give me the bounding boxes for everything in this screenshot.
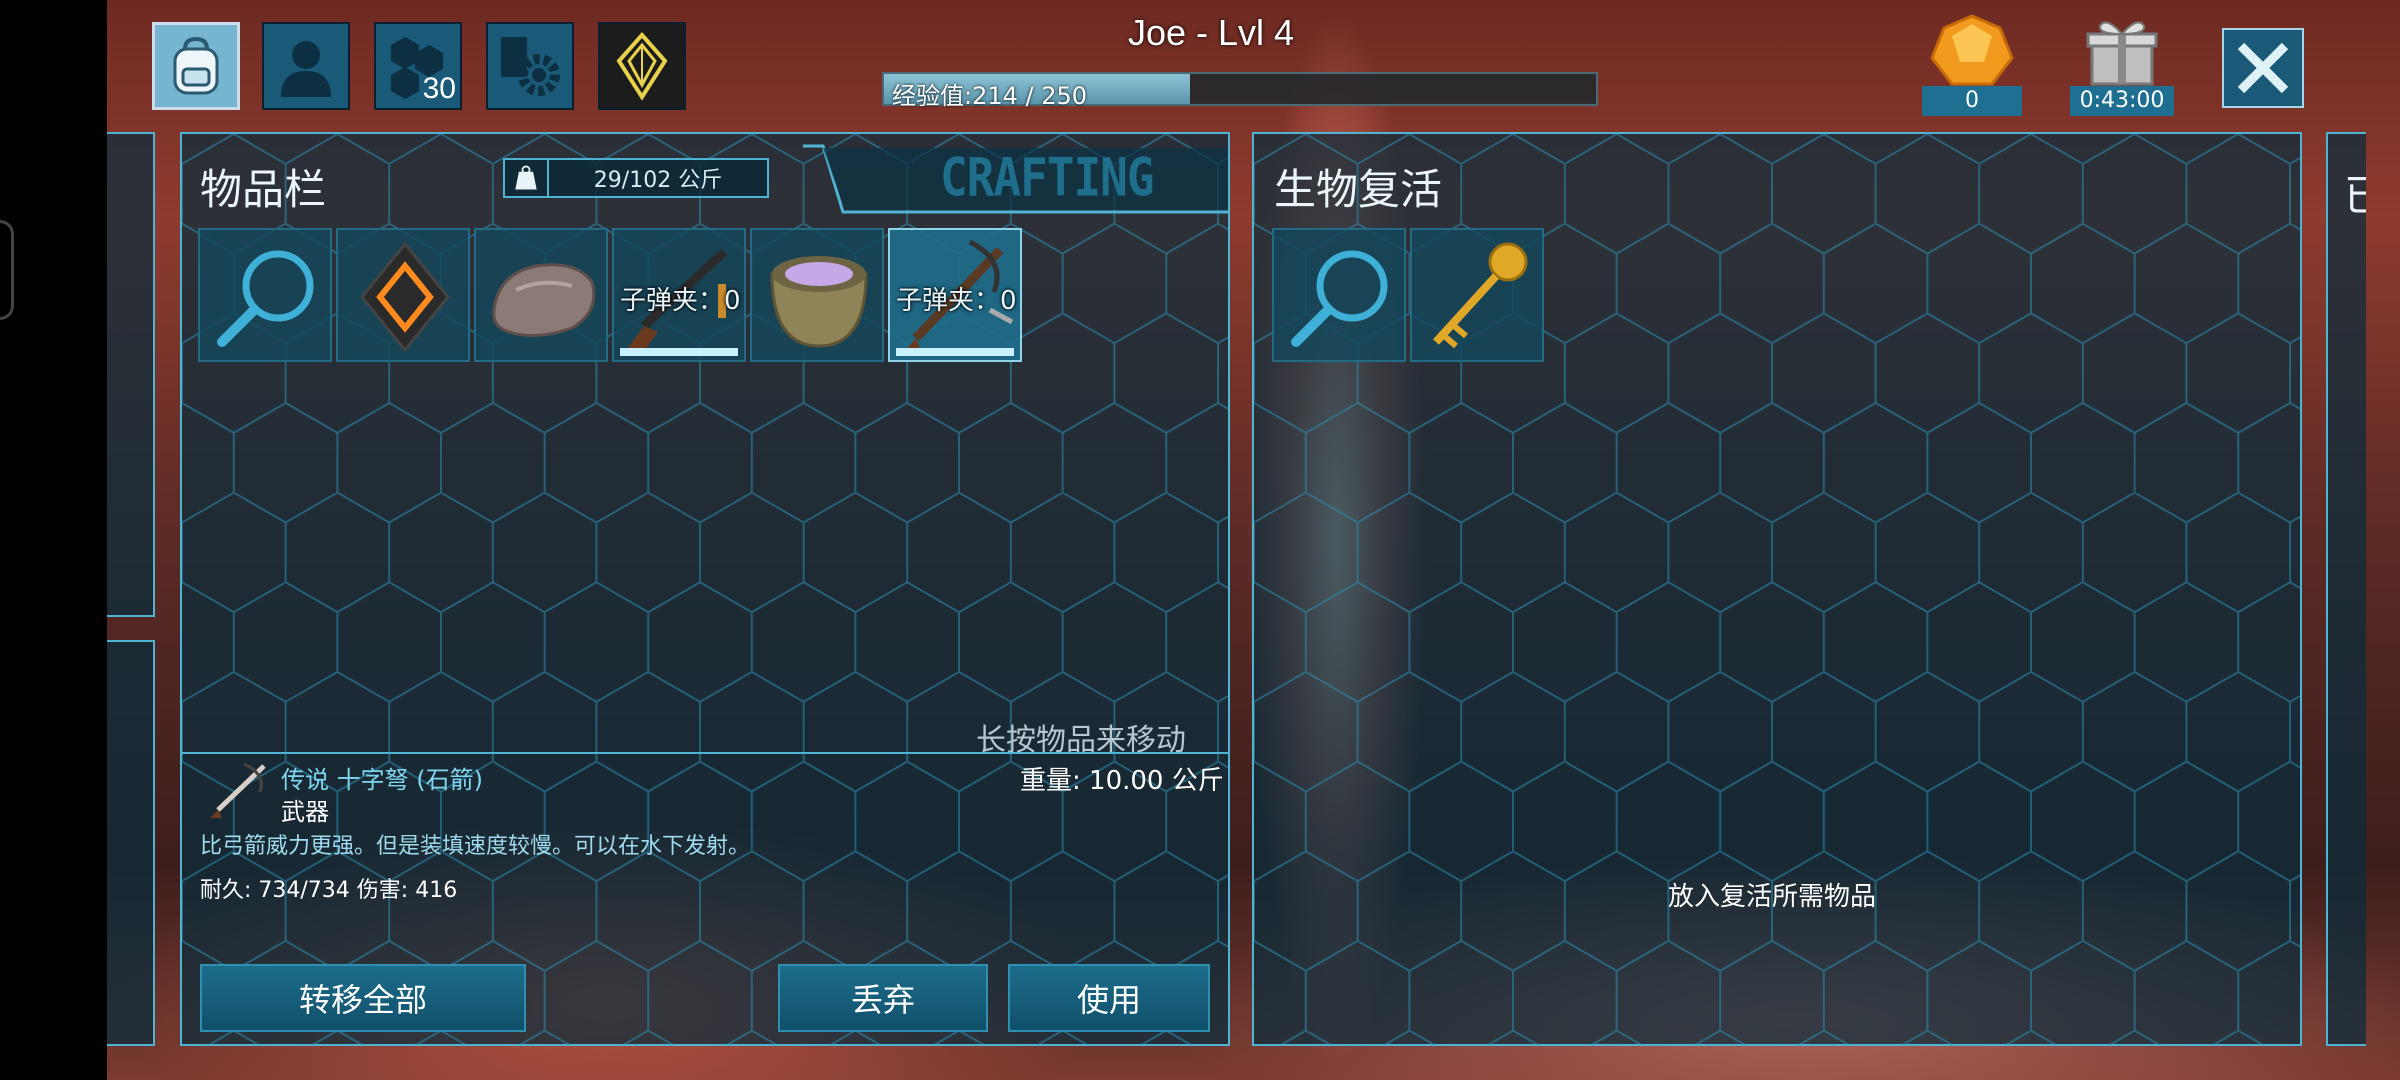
close-icon xyxy=(2237,42,2289,94)
drop-button[interactable]: 丢弃 xyxy=(778,964,988,1032)
weight-indicator: 29/102 公斤 xyxy=(503,158,769,198)
selected-item-weight: 重量: 10.00 公斤 xyxy=(1020,766,1224,796)
mortar-pestle-icon xyxy=(770,256,868,348)
selected-item-type: 武器 xyxy=(281,798,329,826)
weight-icon xyxy=(505,160,549,196)
search-icon xyxy=(217,250,314,347)
xp-bar: 经验值:214 / 250 xyxy=(882,72,1598,110)
tab-inventory[interactable] xyxy=(152,22,240,110)
crossbow-durability-bar xyxy=(896,348,1014,356)
rifle-durability-bar xyxy=(620,348,738,356)
screen-edge xyxy=(0,0,107,1080)
crossbow-ammo-label: 子弹夹：0 xyxy=(896,286,1017,316)
tab-character[interactable] xyxy=(262,22,350,110)
tab-engrams[interactable]: 30 xyxy=(374,22,462,110)
rifle-ammo-label: 子弹夹：0 xyxy=(620,286,741,316)
gear-icon xyxy=(501,37,560,96)
right-side-panel[interactable] xyxy=(2326,132,2366,1046)
revive-slot-key[interactable] xyxy=(1410,228,1544,362)
selected-item-name: 传说 十字弩 (石箭) xyxy=(281,766,483,794)
xp-label: 经验值:214 / 250 xyxy=(892,82,1088,110)
stone-icon xyxy=(492,263,596,338)
revive-title: 生物复活 xyxy=(1274,165,1443,214)
device-notch xyxy=(0,220,14,320)
inventory-slot-implant[interactable] xyxy=(336,228,470,362)
backpack-icon xyxy=(173,36,219,95)
close-button[interactable] xyxy=(2222,28,2304,108)
gift-reward[interactable]: 0:43:00 xyxy=(2070,14,2174,116)
person-icon xyxy=(281,41,331,97)
tab-settings[interactable] xyxy=(486,22,574,110)
weight-text: 29/102 公斤 xyxy=(593,168,723,193)
selected-item-description: 比弓箭威力更强。但是装填速度较慢。可以在水下发射。 xyxy=(200,834,751,859)
crystal-icon xyxy=(616,31,668,101)
search-icon xyxy=(1291,250,1388,347)
tab-crafting[interactable]: CRAFTING xyxy=(940,146,1155,208)
player-name: Joe - Lvl 4 xyxy=(1128,12,1295,53)
amber-currency[interactable]: 0 xyxy=(1922,14,2022,116)
inventory-slot-stone[interactable] xyxy=(474,228,608,362)
inventory-slot-rifle[interactable]: 子弹夹：0 xyxy=(612,228,746,362)
use-button[interactable]: 使用 xyxy=(1008,964,1210,1032)
amber-count: 0 xyxy=(1922,86,2022,116)
inventory-slot-crossbow[interactable]: 子弹夹：0 xyxy=(888,228,1022,362)
gift-icon xyxy=(2086,21,2158,86)
revive-slot-search[interactable] xyxy=(1272,228,1406,362)
left-side-panel xyxy=(107,132,155,617)
gift-timer: 0:43:00 xyxy=(2070,86,2174,116)
selected-item-icon xyxy=(210,762,266,818)
transfer-all-button[interactable]: 转移全部 xyxy=(200,964,526,1032)
inventory-slot-search[interactable] xyxy=(198,228,332,362)
implant-icon xyxy=(360,241,450,353)
amber-icon xyxy=(1930,14,2014,86)
inventory-title: 物品栏 xyxy=(200,165,327,214)
engram-points: 30 xyxy=(422,72,456,105)
right-side-panel-title: 已 xyxy=(2344,171,2366,220)
left-side-panel-lower xyxy=(107,640,155,1046)
details-divider xyxy=(180,752,1228,754)
skull-key-icon xyxy=(1433,242,1528,349)
inventory-slot-mortar[interactable] xyxy=(750,228,884,362)
tab-crystal[interactable] xyxy=(598,22,686,110)
revive-drop-hint: 放入复活所需物品 xyxy=(1668,882,1877,912)
selected-item-stats: 耐久: 734/734 伤害: 416 xyxy=(200,878,458,903)
